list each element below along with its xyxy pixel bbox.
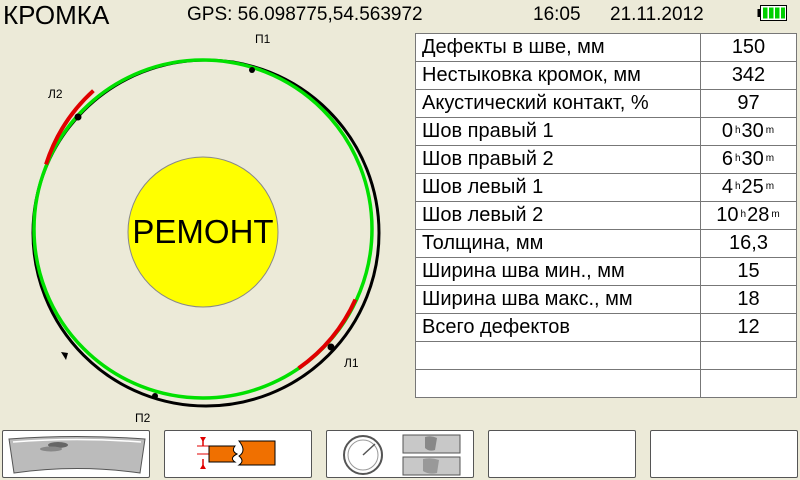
minutes-unit: m: [765, 125, 775, 136]
edge-mismatch-button[interactable]: [164, 430, 312, 478]
status-bar: КРОМКА GPS: 56.098775,54.563972 16:05 21…: [0, 0, 800, 30]
edge-mismatch-icon: [197, 437, 276, 469]
hours-unit: h: [734, 153, 741, 164]
parameter-value: [700, 369, 797, 398]
table-row: Ширина шва макс., мм 18: [415, 285, 797, 314]
hours-unit: h: [734, 181, 741, 192]
parameter-value: 15: [700, 257, 797, 286]
parameter-value: 150: [700, 33, 797, 62]
table-row: Ширина шва мин., мм 15: [415, 257, 797, 286]
parameter-value: 18: [700, 285, 797, 314]
parameter-value: 0 h 30 m: [700, 117, 797, 146]
parameter-name: Шов правый 2: [415, 145, 701, 174]
parameters-table: Дефекты в шве, мм 150 Нестыковка кромок, м…: [415, 33, 797, 398]
minutes-unit: m: [765, 153, 775, 164]
parameter-name: [415, 341, 701, 370]
hours-unit: h: [734, 125, 741, 136]
table-row: Шов правый 1 0 h 30 m: [415, 117, 797, 146]
parameter-name: Всего дефектов: [415, 313, 701, 342]
hours-value: 6: [721, 148, 733, 170]
table-row: Нестыковка кромок, мм 342: [415, 61, 797, 90]
softkey-5-button[interactable]: [650, 430, 798, 478]
parameter-name: Толщина, мм: [415, 229, 701, 258]
parameter-value: 6 h 30 m: [700, 145, 797, 174]
label-p2: П2: [135, 411, 151, 425]
table-row: Дефекты в шве, мм 150: [415, 33, 797, 62]
parameter-name: Нестыковка кромок, мм: [415, 61, 701, 90]
marker-l2: [74, 113, 82, 121]
parameter-value: 97: [700, 89, 797, 118]
table-row: Акустический контакт, % 97: [415, 89, 797, 118]
parameter-value: 4 h 25 m: [700, 173, 797, 202]
weld-diagram: П1 Л2 Л1 П2 РЕМОНТ: [0, 30, 414, 430]
parameter-value: [700, 341, 797, 370]
parameter-name: Шов левый 2: [415, 201, 701, 230]
clock-position-value: 10 h 28 m: [716, 204, 780, 227]
direction-arrow-icon: [61, 352, 68, 360]
clock-position-value: 6 h 30 m: [722, 148, 775, 171]
clock-position-value: 0 h 30 m: [722, 120, 775, 143]
table-row: Шов левый 1 4 h 25 m: [415, 173, 797, 202]
parameter-value: 12: [700, 313, 797, 342]
circumference-scan-icon: [343, 434, 461, 476]
clock-time: 16:05: [533, 4, 581, 25]
hours-value: 4: [721, 176, 733, 198]
table-row: Шов левый 2 10 h 28 m: [415, 201, 797, 230]
marker-p1: [249, 67, 255, 73]
table-row: Толщина, мм 16,3: [415, 229, 797, 258]
minutes-unit: m: [765, 181, 775, 192]
parameter-value: 10 h 28 m: [700, 201, 797, 230]
status-label: РЕМОНТ: [132, 213, 274, 250]
parameter-name: [415, 369, 701, 398]
gps-coordinates: GPS: 56.098775,54.563972: [187, 4, 423, 25]
hours-value: 10: [716, 204, 739, 226]
label-l1: Л1: [344, 356, 359, 370]
softkey-4-button[interactable]: [488, 430, 636, 478]
mode-title: КРОМКА: [3, 0, 110, 30]
clock-date: 21.11.2012: [610, 4, 704, 25]
parameter-value: 16,3: [700, 229, 797, 258]
clock-position-value: 4 h 25 m: [722, 176, 775, 199]
parameter-name: Шов левый 1: [415, 173, 701, 202]
parameter-name: Шов правый 1: [415, 117, 701, 146]
circumference-view-button[interactable]: [326, 430, 474, 478]
weld-bead-icon: [8, 436, 146, 474]
parameter-name: Ширина шва макс., мм: [415, 285, 701, 314]
parameter-name: Акустический контакт, %: [415, 89, 701, 118]
marker-l1: [327, 343, 335, 351]
battery-full-icon: [757, 5, 787, 21]
marker-p2: [152, 393, 158, 399]
table-row: Шов правый 2 6 h 30 m: [415, 145, 797, 174]
parameter-name: Ширина шва мин., мм: [415, 257, 701, 286]
minutes-unit: m: [771, 209, 780, 220]
minutes-value: 25: [741, 176, 764, 198]
minutes-value: 30: [741, 120, 764, 142]
hours-unit: h: [740, 209, 747, 220]
minutes-value: 30: [741, 148, 764, 170]
weld-profile-button[interactable]: [2, 430, 150, 478]
table-row: Всего дефектов 12: [415, 313, 797, 342]
parameter-value: 342: [700, 61, 797, 90]
table-row: [415, 369, 797, 398]
table-row: [415, 341, 797, 370]
minutes-value: 28: [747, 204, 770, 226]
label-l2: Л2: [48, 87, 63, 101]
label-p1: П1: [255, 32, 271, 46]
hours-value: 0: [721, 120, 733, 142]
parameter-name: Дефекты в шве, мм: [415, 33, 701, 62]
